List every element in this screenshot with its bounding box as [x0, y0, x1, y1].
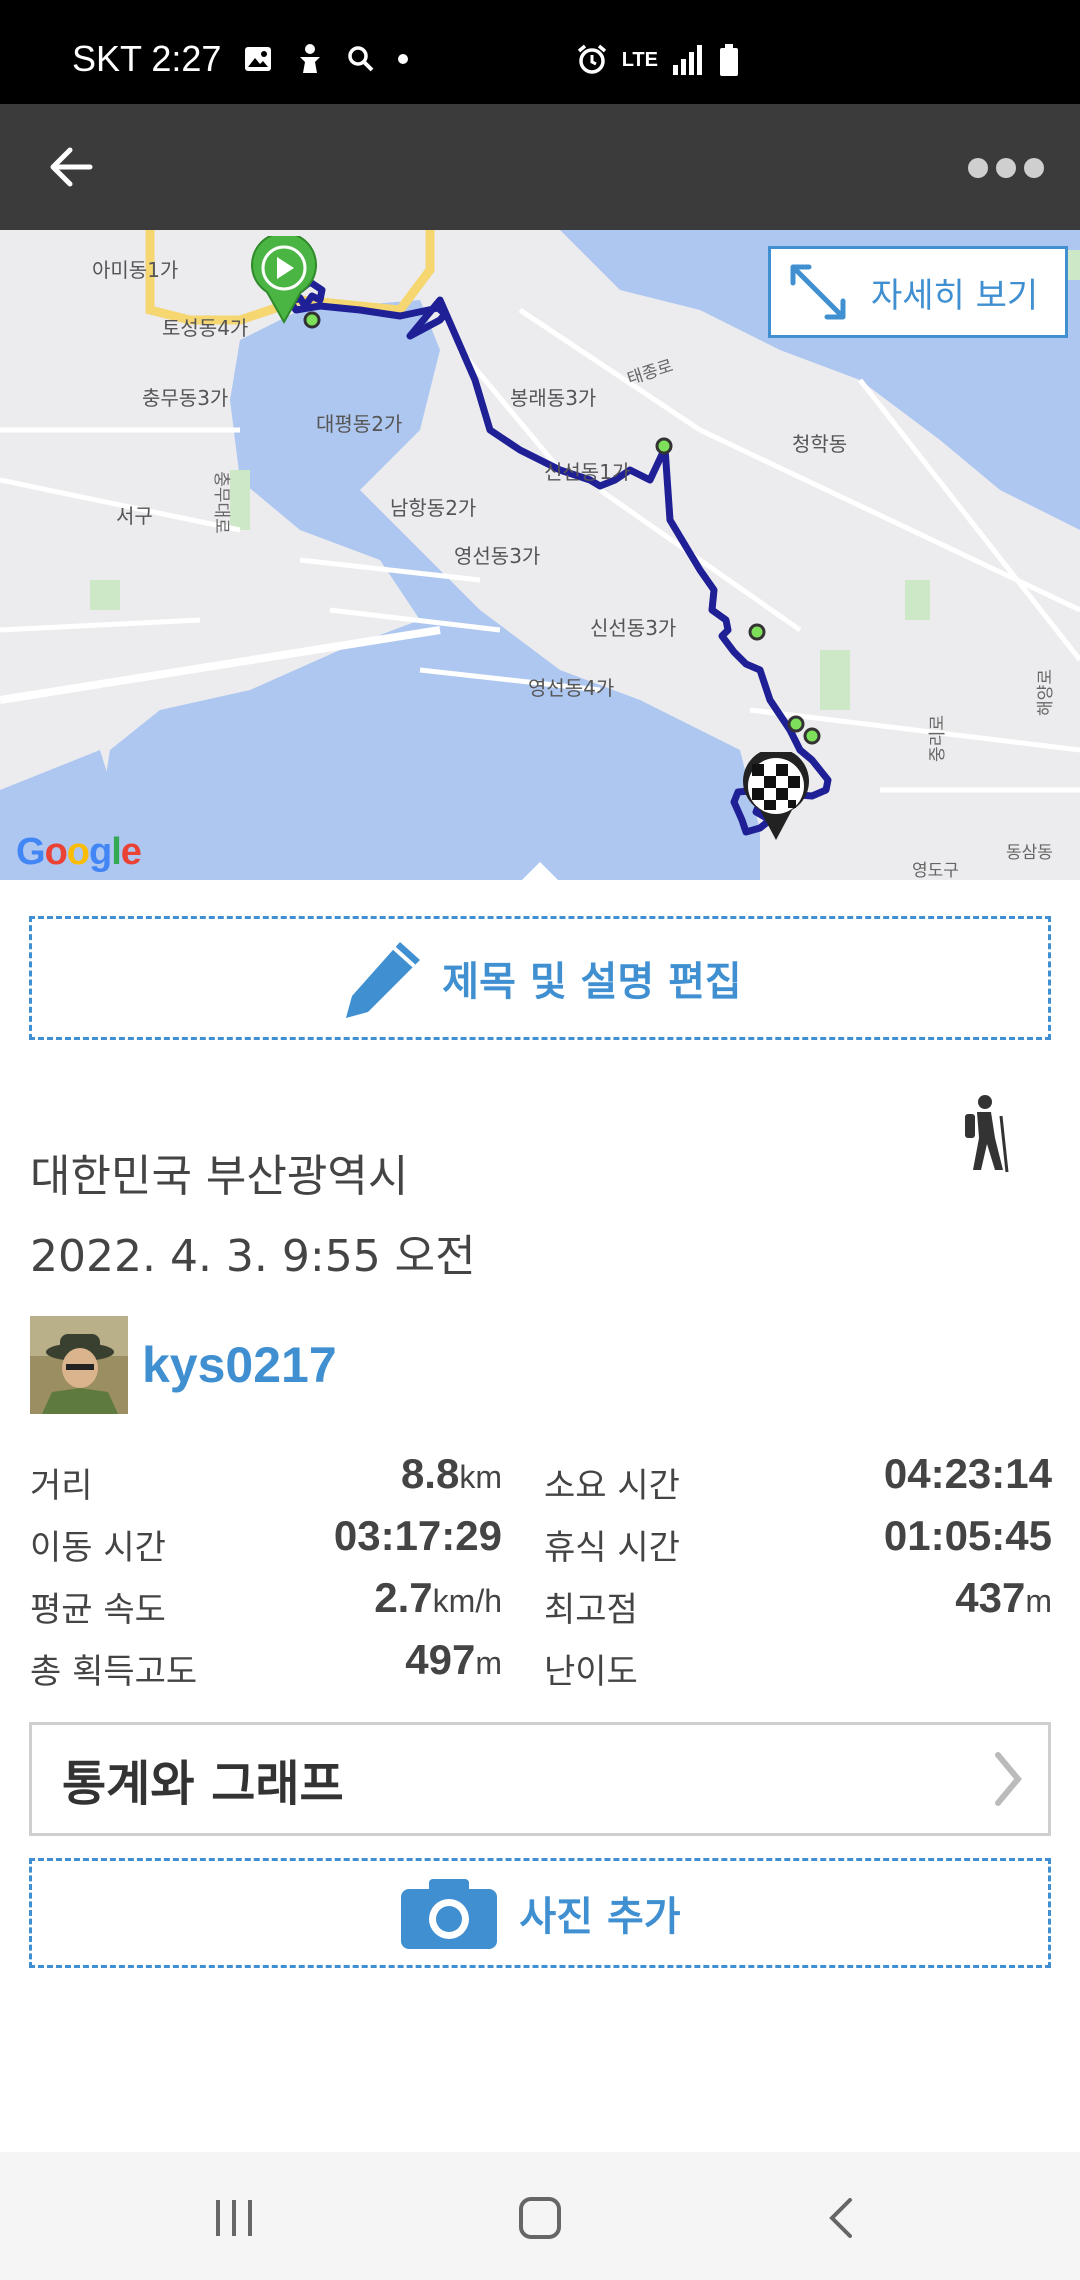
- route-map[interactable]: 아미동1가 토성동4가 충무동3가 서구 대평동2가 봉래동3가 태종로 청학동…: [0, 230, 1080, 880]
- stats-table: 거리 8.8km 소요 시간 04:23:14 이동 시간 03:17:29 휴…: [30, 1448, 1052, 1696]
- highest-number: 437: [955, 1574, 1026, 1621]
- map-label: 아미동1가: [92, 258, 179, 282]
- distance-unit: km: [459, 1459, 502, 1495]
- rest-time-value: 01:05:45: [883, 1512, 1052, 1559]
- map-label: 봉래동3가: [510, 386, 597, 410]
- moving-time-value: 03:17:29: [333, 1512, 502, 1559]
- username-link[interactable]: kys0217: [142, 1336, 337, 1394]
- avatar-image: [30, 1316, 128, 1414]
- moving-time-label: 이동 시간: [30, 1528, 166, 1568]
- system-nav-bar: [0, 2152, 1080, 2280]
- start-marker-icon[interactable]: [249, 236, 319, 324]
- arrow-left-icon: [50, 147, 93, 187]
- gain-unit: m: [475, 1645, 502, 1681]
- more-dots-icon: [968, 158, 1044, 178]
- map-label: 신선동1가: [544, 460, 631, 484]
- map-label: 청학동: [792, 432, 848, 456]
- duration-label: 소요 시간: [544, 1466, 680, 1506]
- view-detail-label: 자세히 보기: [871, 275, 1039, 316]
- highest-point-label: 최고점: [544, 1590, 638, 1630]
- date-time-text: 2022. 4. 3. 9:55 오전: [30, 1231, 476, 1282]
- map-label: 신선동3가: [590, 616, 677, 640]
- more-options-button[interactable]: [966, 148, 1046, 188]
- elevation-gain-label: 총 획득고도: [30, 1652, 198, 1692]
- rest-time-label: 휴식 시간: [544, 1528, 680, 1568]
- edit-label: 제목 및 설명 편집: [442, 959, 742, 1005]
- map-label: 충무동3가: [142, 386, 229, 410]
- map-label: 영선동3가: [454, 544, 541, 568]
- carrier: SKT: [72, 38, 142, 79]
- gain-number: 497: [405, 1636, 476, 1683]
- stat-row: 총 획득고도 497m 난이도: [30, 1634, 1052, 1696]
- gallery-icon: [245, 47, 272, 71]
- back-button[interactable]: [40, 134, 106, 200]
- accessibility-icon: [300, 44, 321, 73]
- add-photo-button[interactable]: 사진 추가: [29, 1858, 1051, 1968]
- recent-apps-icon[interactable]: [212, 2198, 256, 2238]
- hiking-icon: [965, 1095, 1009, 1173]
- avg-speed-number: 2.7: [374, 1574, 433, 1621]
- map-label: 동삼동: [1006, 843, 1053, 863]
- battery-icon: [720, 44, 738, 76]
- location-text: 대한민국 부산광역시: [30, 1151, 409, 1202]
- expand-icon: [790, 264, 846, 320]
- map-label: 영선동4가: [528, 676, 615, 700]
- map-label: 토성동4가: [162, 316, 249, 340]
- stat-row: 거리 8.8km 소요 시간 04:23:14: [30, 1448, 1052, 1510]
- stats-graph-label: 통계와 그래프: [62, 1756, 344, 1812]
- highest-unit: m: [1025, 1583, 1052, 1619]
- avg-speed-label: 평균 속도: [30, 1590, 166, 1630]
- home-icon[interactable]: [518, 2196, 562, 2240]
- stat-row: 이동 시간 03:17:29 휴식 시간 01:05:45: [30, 1510, 1052, 1572]
- view-detail-button[interactable]: 자세히 보기: [768, 246, 1068, 338]
- alarm-icon: [577, 44, 606, 74]
- status-bar: SKT 2:27 LTE: [0, 0, 1080, 104]
- avg-speed-value: 2.7km/h: [374, 1574, 502, 1622]
- map-label: 남항동2가: [390, 496, 477, 520]
- stat-row: 평균 속도 2.7km/h 최고점 437m: [30, 1572, 1052, 1634]
- dot-icon: [398, 54, 409, 64]
- map-label: 서구: [116, 504, 153, 528]
- avg-speed-unit: km/h: [432, 1583, 502, 1619]
- map-label: 중리로: [927, 715, 948, 762]
- status-left: SKT 2:27: [72, 38, 409, 80]
- finish-marker-icon[interactable]: [740, 752, 812, 842]
- map-label: 대평동2가: [316, 412, 403, 436]
- distance-value: 8.8km: [401, 1450, 502, 1498]
- add-photo-label: 사진 추가: [519, 1894, 681, 1940]
- status-right: LTE: [576, 44, 740, 76]
- avatar[interactable]: [30, 1316, 128, 1414]
- stats-graph-button[interactable]: 통계와 그래프: [29, 1722, 1051, 1836]
- chevron-right-icon: [995, 1752, 1022, 1806]
- map-label: 영도구: [912, 861, 959, 880]
- difficulty-label: 난이도: [544, 1652, 638, 1692]
- camera-icon: [401, 1879, 498, 1949]
- distance-label: 거리: [30, 1466, 93, 1506]
- network-indicator: LTE: [621, 48, 658, 71]
- search-icon: [348, 46, 374, 72]
- edit-title-description-button[interactable]: 제목 및 설명 편집: [29, 916, 1051, 1040]
- status-carrier-time: SKT 2:27: [72, 38, 221, 80]
- clock: 2:27: [151, 38, 222, 79]
- map-label: 해양로: [1035, 669, 1056, 716]
- highest-point-value: 437m: [955, 1574, 1052, 1622]
- google-logo: Google: [16, 831, 142, 873]
- pencil-icon: [346, 942, 421, 1018]
- distance-number: 8.8: [400, 1450, 460, 1497]
- elevation-gain-value: 497m: [405, 1636, 502, 1684]
- app-bar: [0, 104, 1080, 230]
- map-label: 충무대로: [210, 471, 231, 534]
- map-pointer-notch: [520, 862, 560, 882]
- signal-icon: [673, 45, 702, 75]
- back-nav-icon[interactable]: [822, 2196, 862, 2240]
- duration-value: 04:23:14: [883, 1450, 1052, 1497]
